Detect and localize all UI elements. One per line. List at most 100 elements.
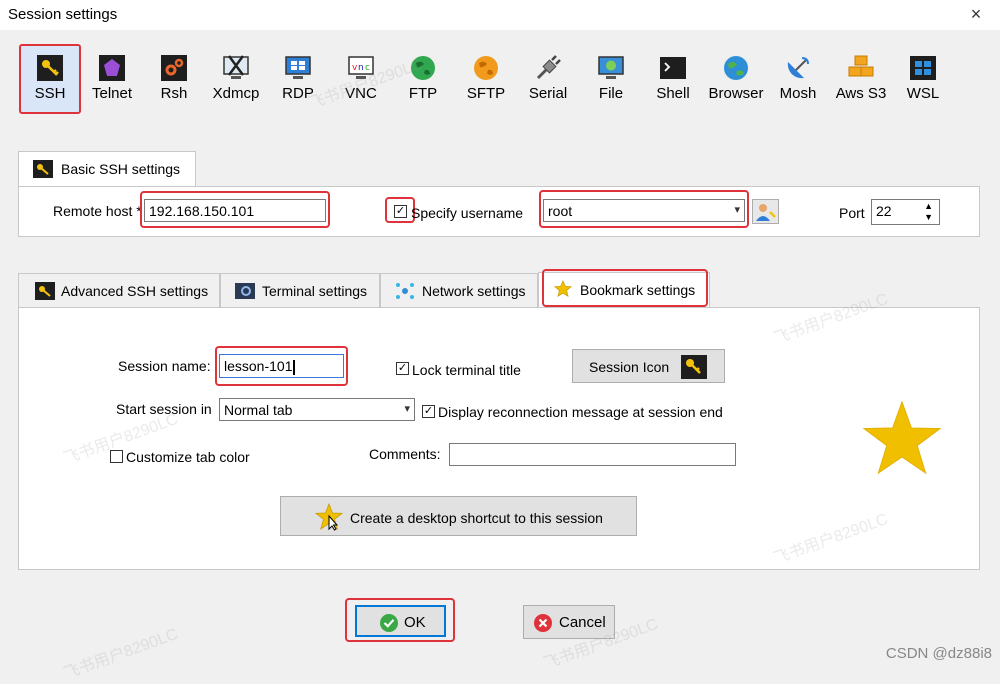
key-icon xyxy=(37,55,63,81)
customize-tab-color-label: Customize tab color xyxy=(126,449,250,465)
vnc-icon: v n c xyxy=(348,56,374,79)
key-icon xyxy=(33,160,53,178)
protocol-sftp[interactable]: SFTP xyxy=(455,44,517,114)
tab-label: Advanced SSH settings xyxy=(61,283,209,299)
protocol-label: Aws S3 xyxy=(835,85,887,102)
cancel-label: Cancel xyxy=(559,614,606,631)
protocol-aws-s3[interactable]: Aws S3 xyxy=(830,44,892,114)
comments-input[interactable] xyxy=(449,443,736,466)
tab-label: Terminal settings xyxy=(262,283,368,299)
protocol-label: VNC xyxy=(345,85,377,102)
protocol-ftp[interactable]: FTP xyxy=(392,44,454,114)
mosh-satellite-icon xyxy=(787,57,809,79)
bookmark-star-icon xyxy=(862,400,942,475)
remote-host-input[interactable]: 192.168.150.101 xyxy=(144,199,326,222)
session-icon-button[interactable]: Session Icon xyxy=(572,349,725,383)
text-cursor xyxy=(292,359,295,375)
protocol-ssh[interactable]: SSH xyxy=(19,44,81,114)
telnet-icon xyxy=(99,55,125,81)
chevron-down-icon: ▾ xyxy=(734,204,740,216)
username-dropdown[interactable]: root ▾ xyxy=(543,199,745,222)
protocol-label: FTP xyxy=(408,85,438,102)
port-stepper[interactable]: 22 ▲ ▼ xyxy=(871,199,940,225)
svg-text:c: c xyxy=(365,63,370,73)
protocol-file[interactable]: File xyxy=(580,44,642,114)
chevron-down-icon: ▾ xyxy=(404,403,410,415)
start-session-dropdown[interactable]: Normal tab ▾ xyxy=(219,398,415,421)
protocol-label: Shell xyxy=(656,85,690,102)
protocol-browser[interactable]: Browser xyxy=(705,44,767,114)
protocol-label: SSH xyxy=(34,85,66,102)
display-reconnection-checkbox[interactable]: ✓ xyxy=(422,405,435,418)
protocol-label: Xdmcp xyxy=(212,85,260,102)
sftp-globe-icon xyxy=(474,56,498,80)
window-title: Session settings xyxy=(8,6,118,23)
highlight-box xyxy=(542,269,708,307)
stepper-down-icon[interactable]: ▼ xyxy=(924,212,933,222)
ftp-globe-icon xyxy=(411,56,435,80)
lock-terminal-title-checkbox[interactable]: ✓ xyxy=(396,362,409,375)
tab-advanced-ssh-settings[interactable]: Advanced SSH settings xyxy=(18,273,220,307)
csdn-watermark: CSDN @dz88i8 xyxy=(885,645,992,662)
customize-tab-color-checkbox[interactable] xyxy=(110,450,123,463)
ok-button[interactable]: OK xyxy=(355,605,446,637)
create-desktop-shortcut-button[interactable]: Create a desktop shortcut to this sessio… xyxy=(280,496,637,536)
start-session-value: Normal tab xyxy=(224,402,293,418)
protocol-label: File xyxy=(598,85,624,102)
stepper-up-icon[interactable]: ▲ xyxy=(924,201,933,211)
username-value: root xyxy=(548,203,573,219)
protocol-rsh[interactable]: Rsh xyxy=(143,44,205,114)
cancel-button[interactable]: Cancel xyxy=(523,605,615,639)
protocol-xdmcp[interactable]: Xdmcp xyxy=(205,44,267,114)
protocol-label: Rsh xyxy=(160,85,188,102)
watermark: 飞书用户8290LC xyxy=(61,625,181,683)
tab-terminal-settings[interactable]: Terminal settings xyxy=(220,273,380,307)
tab-label: Basic SSH settings xyxy=(61,161,181,177)
svg-text:n: n xyxy=(358,63,364,73)
star-cursor-icon xyxy=(315,503,343,531)
tab-network-settings[interactable]: Network settings xyxy=(380,273,538,307)
protocol-serial[interactable]: Serial xyxy=(517,44,579,114)
file-monitor-icon xyxy=(598,56,624,79)
user-key-icon xyxy=(756,204,776,221)
user-manager-button[interactable] xyxy=(752,199,779,224)
protocol-shell[interactable]: Shell xyxy=(642,44,704,114)
specify-username-label: Specify username xyxy=(411,205,524,221)
session-name-input[interactable]: lesson-101 xyxy=(219,354,344,378)
comments-label: Comments: xyxy=(369,446,441,462)
rdp-monitor-icon xyxy=(285,56,311,79)
protocol-vnc[interactable]: v n c VNC xyxy=(330,44,392,114)
port-value: 22 xyxy=(876,203,892,219)
key-icon xyxy=(681,355,707,379)
specify-username-checkbox[interactable]: ✓ xyxy=(394,205,407,218)
protocol-label: Serial xyxy=(528,85,568,102)
lock-terminal-title-label: Lock terminal title xyxy=(412,362,521,378)
display-reconnection-label: Display reconnection message at session … xyxy=(438,404,723,420)
protocol-rdp[interactable]: RDP xyxy=(267,44,329,114)
xdmcp-icon xyxy=(223,55,249,79)
wsl-windows-icon xyxy=(910,56,936,80)
tab-label: Network settings xyxy=(422,283,526,299)
tab-basic-ssh-settings[interactable]: Basic SSH settings xyxy=(18,151,196,187)
close-icon[interactable]: × xyxy=(966,3,986,25)
protocol-telnet[interactable]: Telnet xyxy=(81,44,143,114)
remote-host-label: Remote host * xyxy=(53,203,142,219)
protocol-label: Browser xyxy=(708,85,764,102)
create-shortcut-label: Create a desktop shortcut to this sessio… xyxy=(350,510,603,526)
network-nodes-icon xyxy=(396,283,414,299)
ok-label: OK xyxy=(404,614,426,631)
protocol-wsl[interactable]: WSL xyxy=(892,44,954,114)
cancel-circle-icon xyxy=(534,614,552,632)
browser-globe-icon xyxy=(724,56,748,80)
protocol-label: Mosh xyxy=(779,85,817,102)
serial-plug-icon xyxy=(536,55,561,80)
aws-s3-boxes-icon xyxy=(848,55,874,77)
protocol-label: SFTP xyxy=(466,85,506,102)
title-bar xyxy=(0,0,1000,30)
protocol-label: Telnet xyxy=(91,85,133,102)
session-icon-label: Session Icon xyxy=(589,359,670,375)
protocol-mosh[interactable]: Mosh xyxy=(767,44,829,114)
key-icon xyxy=(35,282,55,300)
protocol-label: WSL xyxy=(906,85,940,102)
port-label: Port xyxy=(839,205,865,221)
